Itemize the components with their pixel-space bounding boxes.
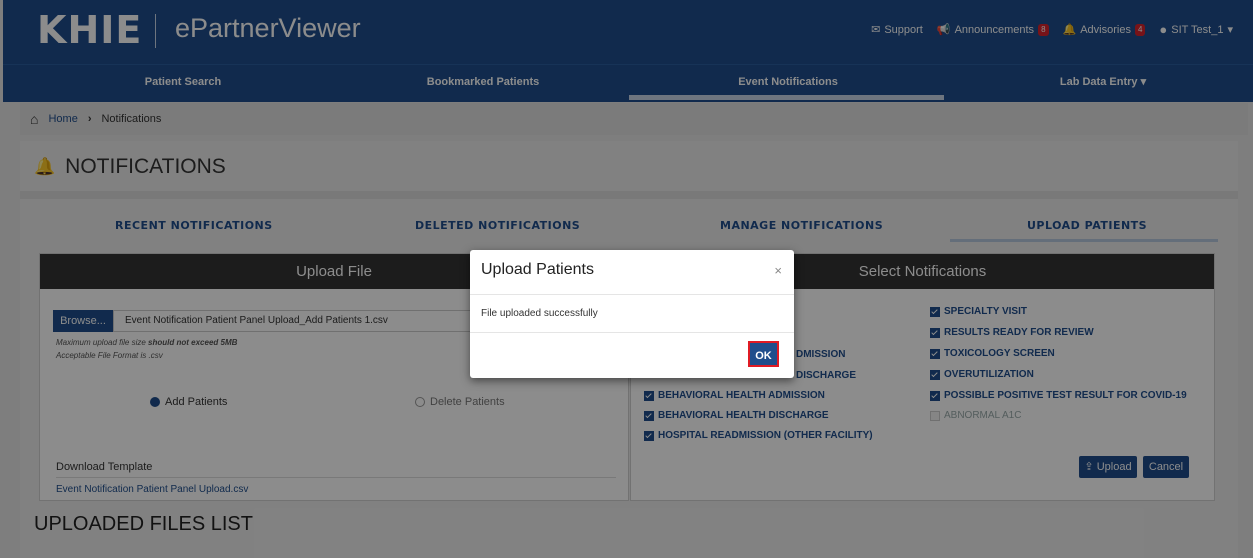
divider xyxy=(470,332,794,333)
ok-button[interactable]: OK xyxy=(748,341,779,367)
modal-title: Upload Patients xyxy=(481,261,594,278)
divider xyxy=(470,294,794,295)
upload-patients-modal: Upload Patients × File uploaded successf… xyxy=(470,250,794,378)
modal-message: File uploaded successfully xyxy=(481,308,598,319)
app-frame: KHIE ePartnerViewer ✉ Support 📢 Announce… xyxy=(0,0,1253,558)
close-icon[interactable]: × xyxy=(774,263,782,278)
